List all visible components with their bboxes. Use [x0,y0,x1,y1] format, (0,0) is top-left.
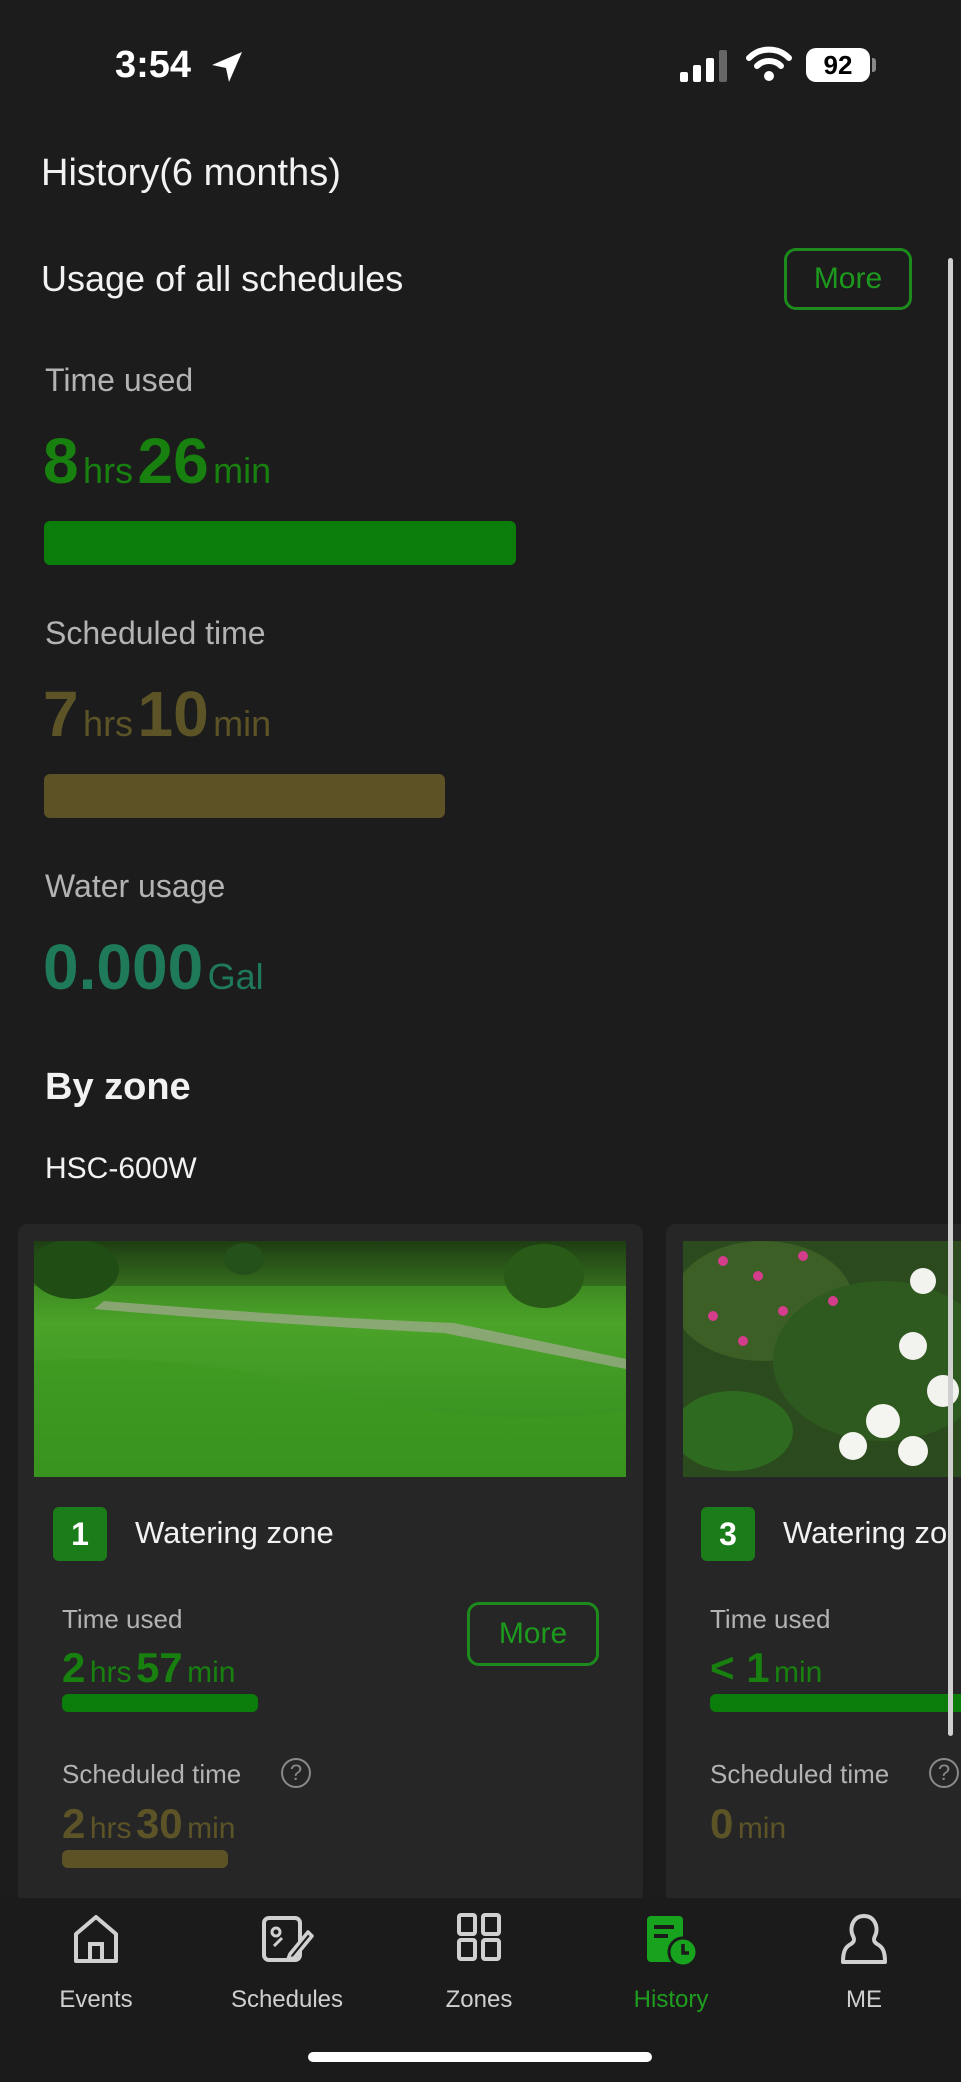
zone-number-badge: 3 [701,1507,755,1561]
person-icon [841,1914,887,1964]
time-used-value: 8 hrs 26 min [43,424,271,498]
tab-zones[interactable] [419,1912,539,1967]
zone-sched-hours-unit: hrs [89,1812,132,1845]
location-arrow-icon [212,52,242,82]
tab-me-label[interactable]: ME [784,1986,944,2014]
device-name: HSC-600W [45,1152,197,1185]
tab-history[interactable] [611,1912,731,1973]
time-used-label: Time used [45,362,194,398]
tab-zones-label[interactable]: Zones [399,1986,559,2014]
zone-card-1[interactable]: 1 Watering zone Time used 2 hrs 57 min M… [18,1224,643,1904]
zone-sched-minutes-unit: min [187,1812,236,1845]
tab-me[interactable] [804,1912,924,1971]
zone-time-used-value: 2 hrs 57 min [62,1644,235,1692]
zone-scheduled-label: Scheduled time [710,1759,890,1789]
zone-scheduled-value: 0 min [710,1800,786,1848]
zone-used-prefix: < 1 [710,1644,770,1691]
zone-time-used-bar [710,1694,961,1712]
time-used-bar [44,521,516,565]
page-title: History(6 months) [41,152,341,194]
scheduled-minutes-unit: min [213,703,272,744]
cellular-signal-icon [680,50,727,82]
zone-time-used-label: Time used [62,1604,183,1634]
time-used-minutes-unit: min [213,450,272,491]
scheduled-time-value: 7 hrs 10 min [43,677,271,751]
zone-sched-minutes: 30 [135,1800,183,1847]
scheduled-hours: 7 [43,678,79,750]
time-used-minutes: 26 [137,425,209,497]
tab-schedules-label[interactable]: Schedules [207,1986,367,2014]
wifi-icon [746,46,792,81]
zone-card-3[interactable]: 3 Watering zo Time used < 1 min Schedule… [666,1224,961,1904]
home-indicator[interactable] [308,2052,652,2062]
scheduled-minutes: 10 [137,678,209,750]
scheduled-hours-unit: hrs [83,703,134,744]
zone-more-button[interactable]: More [467,1602,599,1666]
zone-used-minutes: 57 [135,1644,183,1691]
flower-photo [683,1241,961,1477]
schedule-edit-icon [262,1916,314,1962]
zone-time-used-bar [62,1694,258,1712]
zone-scheduled-bar [62,1850,228,1868]
tab-events[interactable] [36,1912,156,1971]
zone-time-used-label: Time used [710,1604,831,1634]
help-icon[interactable]: ? [929,1758,959,1788]
time-used-hours-unit: hrs [83,450,134,491]
zone-sched-minutes: 0 [710,1800,734,1847]
by-zone-title: By zone [45,1066,191,1108]
battery-tip [872,58,876,72]
zone-sched-minutes-unit: min [737,1812,787,1845]
time-used-hours: 8 [43,425,79,497]
lawn-photo [34,1241,626,1477]
scroll-indicator[interactable] [948,258,953,1736]
scheduled-time-bar [44,774,445,818]
battery-indicator: 92 [806,48,870,82]
grid-icon [457,1913,501,1961]
zone-used-minutes-unit: min [774,1656,823,1689]
zone-scheduled-value: 2 hrs 30 min [62,1800,235,1848]
water-usage-label: Water usage [45,868,226,904]
zone-name: Watering zone [135,1515,334,1550]
usage-section-title: Usage of all schedules [41,258,404,299]
tab-history-label[interactable]: History [591,1986,751,2014]
zone-scheduled-label: Scheduled time [62,1759,242,1789]
status-time: 3:54 [115,44,192,86]
zone-time-used-value: < 1 min [710,1644,822,1692]
water-usage-unit: Gal [207,956,264,997]
home-icon [74,1915,118,1963]
zone-sched-hours: 2 [62,1800,86,1847]
scheduled-time-label: Scheduled time [45,615,266,651]
zone-used-hours-unit: hrs [89,1656,132,1689]
zone-name: Watering zo [783,1515,948,1550]
tab-events-label[interactable]: Events [16,1986,176,2014]
history-icon [647,1916,699,1968]
zone-used-hours: 2 [62,1644,86,1691]
zone-used-minutes-unit: min [187,1656,236,1689]
usage-more-button[interactable]: More [784,248,912,310]
zone-number-badge: 1 [53,1507,107,1561]
tab-schedules[interactable] [227,1912,347,1971]
water-usage-amount: 0.000 [43,931,204,1003]
help-icon[interactable]: ? [281,1758,311,1788]
water-usage-value: 0.000 Gal [43,930,264,1004]
